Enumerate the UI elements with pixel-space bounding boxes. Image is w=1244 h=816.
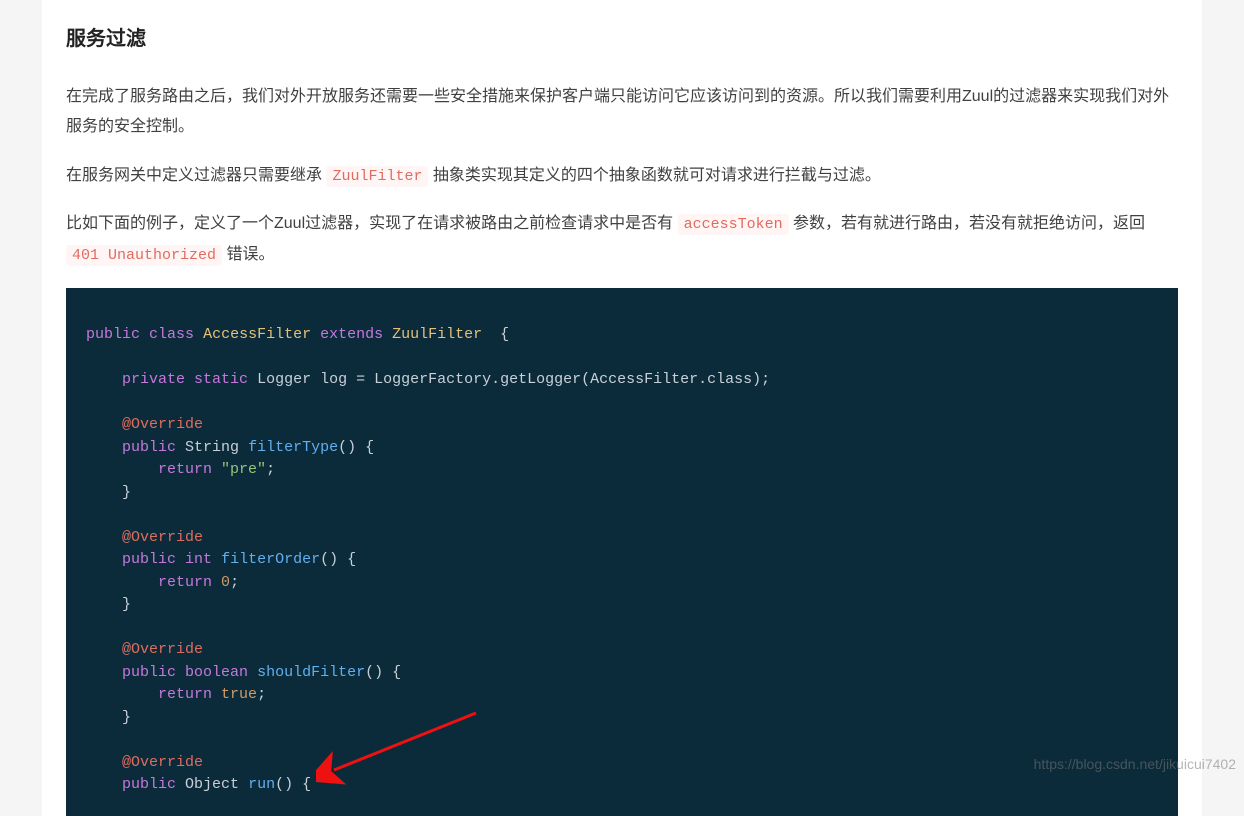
fn-shouldfilter: shouldFilter (257, 664, 365, 681)
inline-code-accesstoken: accessToken (678, 214, 789, 235)
num-zero: 0 (221, 574, 230, 591)
kw-extends: extends (320, 326, 383, 343)
type-zuulfilter: ZuulFilter (392, 326, 482, 343)
override-annotation: @Override (122, 754, 203, 771)
arrow-annotation-icon (316, 708, 486, 788)
kw-public: public (122, 551, 176, 568)
kw-public: public (122, 439, 176, 456)
text-segment: 错误。 (222, 246, 274, 263)
semi: ; (257, 686, 266, 703)
kw-boolean: boolean (185, 664, 248, 681)
kw-return: return (158, 686, 212, 703)
paren: () (275, 776, 293, 793)
text-segment: 比如下面的例子，定义了一个Zuul过滤器，实现了在请求被路由之前检查请求中是否有 (66, 215, 678, 232)
section-heading: 服务过滤 (66, 0, 1178, 70)
kw-private: private (122, 371, 185, 388)
override-annotation: @Override (122, 641, 203, 658)
kw-public: public (122, 776, 176, 793)
brace: { (392, 664, 401, 681)
type-string: String (185, 439, 239, 456)
kw-int: int (185, 551, 212, 568)
override-annotation: @Override (122, 529, 203, 546)
type-object: Object (185, 776, 239, 793)
text-segment: 抽象类实现其定义的四个抽象函数就可对请求进行拦截与过滤。 (428, 167, 880, 184)
str-pre: "pre" (221, 461, 266, 478)
paren: () (338, 439, 356, 456)
type-accessfilter: AccessFilter (203, 326, 311, 343)
semi: ; (266, 461, 275, 478)
inline-code-zuulfilter: ZuulFilter (326, 166, 428, 187)
watermark-text: https://blog.csdn.net/jikuicui7402 (1034, 753, 1236, 777)
brace: { (302, 776, 311, 793)
paragraph-3: 比如下面的例子，定义了一个Zuul过滤器，实现了在请求被路由之前检查请求中是否有… (66, 209, 1178, 270)
fn-filterorder: filterOrder (221, 551, 320, 568)
code-block[interactable]: public class AccessFilter extends ZuulFi… (66, 288, 1178, 816)
kw-public: public (122, 664, 176, 681)
text-segment: 参数，若有就进行路由，若没有就拒绝访问，返回 (789, 215, 1145, 232)
brace: } (122, 596, 131, 613)
kw-return: return (158, 461, 212, 478)
override-annotation: @Override (122, 416, 203, 433)
fn-run: run (248, 776, 275, 793)
kw-class: class (149, 326, 194, 343)
paren: () (365, 664, 383, 681)
semi: ; (230, 574, 239, 591)
brace: { (500, 326, 509, 343)
bool-true: true (221, 686, 257, 703)
brace: } (122, 709, 131, 726)
paragraph-2: 在服务网关中定义过滤器只需要继承 ZuulFilter 抽象类实现其定义的四个抽… (66, 161, 1178, 192)
kw-return: return (158, 574, 212, 591)
kw-public: public (86, 326, 140, 343)
paren: () (320, 551, 338, 568)
article-container: 服务过滤 在完成了服务路由之后，我们对外开放服务还需要一些安全措施来保护客户端只… (42, 0, 1202, 816)
fn-filtertype: filterType (248, 439, 338, 456)
brace: } (122, 484, 131, 501)
paragraph-1: 在完成了服务路由之后，我们对外开放服务还需要一些安全措施来保护客户端只能访问它应… (66, 82, 1178, 143)
inline-code-401: 401 Unauthorized (66, 245, 222, 266)
brace: { (347, 551, 356, 568)
text-segment: 在服务网关中定义过滤器只需要继承 (66, 167, 326, 184)
kw-static: static (194, 371, 248, 388)
brace: { (365, 439, 374, 456)
logger-decl: Logger log = LoggerFactory.getLogger(Acc… (257, 371, 770, 388)
